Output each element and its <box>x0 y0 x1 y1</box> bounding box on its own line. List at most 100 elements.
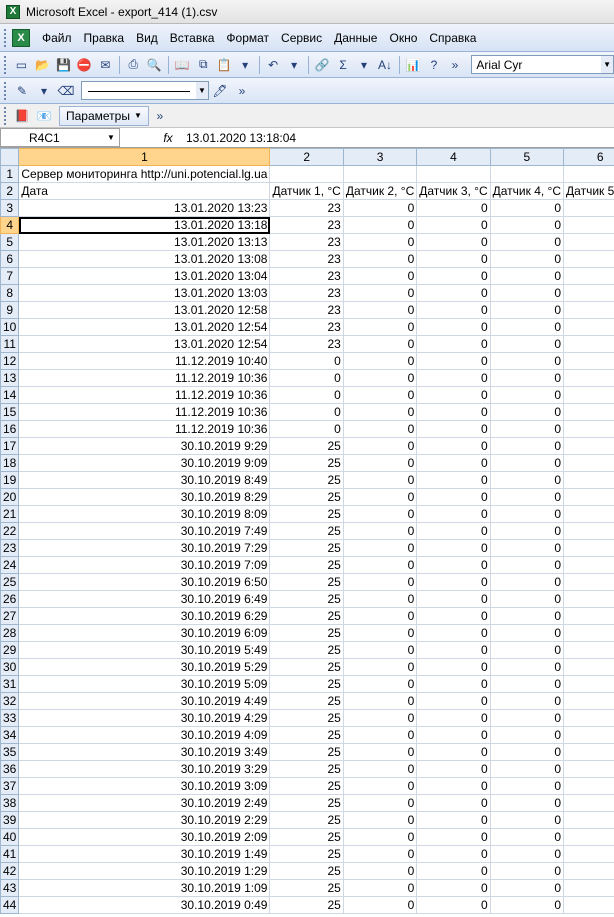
date-cell[interactable]: 30.10.2019 6:49 <box>18 590 271 608</box>
sensor-value-cell[interactable]: 0 <box>563 862 614 880</box>
sensor-value-cell[interactable]: 0 <box>489 879 565 897</box>
toolbar-options-icon[interactable]: » <box>445 55 464 75</box>
sensor-value-cell[interactable]: 0 <box>342 267 418 285</box>
sensor-value-cell[interactable]: 0 <box>563 879 614 897</box>
permission-icon[interactable]: ⛔ <box>75 55 94 75</box>
sensor-value-cell[interactable]: 0 <box>416 216 491 234</box>
sensor-value-cell[interactable]: 0 <box>416 573 491 591</box>
row-header[interactable]: 32 <box>0 692 20 710</box>
help-icon[interactable]: ? <box>424 55 443 75</box>
sensor-value-cell[interactable]: 0 <box>342 539 418 557</box>
row-header[interactable]: 13 <box>0 369 20 387</box>
row-header[interactable]: 27 <box>0 607 20 625</box>
sensor-value-cell[interactable]: 0 <box>342 743 418 761</box>
sensor-value-cell[interactable]: 25 <box>269 845 344 863</box>
sensor-value-cell[interactable]: 0 <box>416 692 491 710</box>
sensor-value-cell[interactable]: 25 <box>269 811 344 829</box>
sensor-value-cell[interactable]: 0 <box>489 658 565 676</box>
sensor-value-cell[interactable]: 0 <box>563 624 614 642</box>
sensor-value-cell[interactable]: 0 <box>416 454 491 472</box>
sensor-value-cell[interactable]: 0 <box>489 284 565 302</box>
date-cell[interactable]: 13.01.2020 13:13 <box>18 233 271 251</box>
date-cell[interactable]: 13.01.2020 13:03 <box>18 284 271 302</box>
sensor-value-cell[interactable]: 0 <box>416 607 491 625</box>
print-icon[interactable]: ⎙ <box>124 55 143 75</box>
paste-dropdown-icon[interactable]: ▾ <box>236 55 255 75</box>
sensor-value-cell[interactable]: 25 <box>269 573 344 591</box>
sensor-value-cell[interactable]: 0 <box>489 607 565 625</box>
sensor-value-cell[interactable]: 0 <box>489 369 565 387</box>
sensor-value-cell[interactable]: 0 <box>489 352 565 370</box>
sensor-value-cell[interactable]: 0 <box>489 386 565 404</box>
erase-border-icon[interactable]: ⌫ <box>56 81 76 101</box>
sensor-value-cell[interactable]: 0 <box>416 709 491 727</box>
sensor-value-cell[interactable]: 0 <box>416 760 491 778</box>
menu-data[interactable]: Данные <box>328 29 383 47</box>
sensor-value-cell[interactable]: 0 <box>416 505 491 523</box>
sensor-value-cell[interactable]: 0 <box>269 352 344 370</box>
column-header-4[interactable]: 4 <box>416 148 491 166</box>
sensor-value-cell[interactable]: 0 <box>416 369 491 387</box>
research-icon[interactable]: 📖 <box>173 55 192 75</box>
menu-edit[interactable]: Правка <box>78 29 131 47</box>
sensor-value-cell[interactable]: 0 <box>489 318 565 336</box>
sensor-value-cell[interactable]: 0 <box>342 454 418 472</box>
draw-border-icon[interactable]: ✎ <box>12 81 32 101</box>
column-title-cell[interactable]: Датчик 1, °C <box>269 182 344 200</box>
date-cell[interactable]: 11.12.2019 10:36 <box>18 403 271 421</box>
sensor-value-cell[interactable]: 0 <box>489 420 565 438</box>
sensor-value-cell[interactable]: 25 <box>269 437 344 455</box>
date-cell[interactable]: 30.10.2019 6:09 <box>18 624 271 642</box>
sensor-value-cell[interactable]: 0 <box>416 862 491 880</box>
sensor-value-cell[interactable]: 0 <box>342 641 418 659</box>
row-header[interactable]: 23 <box>0 539 20 557</box>
column-header-5[interactable]: 5 <box>489 148 565 166</box>
sensor-value-cell[interactable]: 0 <box>416 777 491 795</box>
sensor-value-cell[interactable]: 23 <box>269 318 344 336</box>
sensor-value-cell[interactable]: 0 <box>489 233 565 251</box>
row-header[interactable]: 39 <box>0 811 20 829</box>
row-header[interactable]: 36 <box>0 760 20 778</box>
sensor-value-cell[interactable]: 0 <box>563 488 614 506</box>
sensor-value-cell[interactable]: 0 <box>563 420 614 438</box>
toolbar-options-icon[interactable]: » <box>232 81 252 101</box>
sensor-value-cell[interactable]: 0 <box>416 522 491 540</box>
sensor-value-cell[interactable]: 0 <box>416 403 491 421</box>
empty-cell[interactable] <box>342 165 418 183</box>
column-header-6[interactable]: 6 <box>563 148 614 166</box>
sensor-value-cell[interactable]: 0 <box>416 539 491 557</box>
sensor-value-cell[interactable]: 25 <box>269 488 344 506</box>
hyperlink-icon[interactable]: 🔗 <box>313 55 332 75</box>
sensor-value-cell[interactable]: 0 <box>342 437 418 455</box>
line-color-icon[interactable]: 🖊 <box>210 81 230 101</box>
sensor-value-cell[interactable]: 0 <box>416 301 491 319</box>
sensor-value-cell[interactable]: 25 <box>269 539 344 557</box>
sensor-value-cell[interactable]: 23 <box>269 335 344 353</box>
date-cell[interactable]: 11.12.2019 10:36 <box>18 369 271 387</box>
date-cell[interactable]: 30.10.2019 5:29 <box>18 658 271 676</box>
sensor-value-cell[interactable]: 0 <box>269 420 344 438</box>
sensor-value-cell[interactable]: 0 <box>416 828 491 846</box>
menu-file[interactable]: Файл <box>36 29 78 47</box>
sensor-value-cell[interactable]: 0 <box>342 199 418 217</box>
sensor-value-cell[interactable]: 25 <box>269 828 344 846</box>
sensor-value-cell[interactable]: 0 <box>416 743 491 761</box>
date-cell[interactable]: 30.10.2019 1:09 <box>18 879 271 897</box>
date-cell[interactable]: 30.10.2019 4:09 <box>18 726 271 744</box>
sensor-value-cell[interactable]: 0 <box>342 828 418 846</box>
sensor-value-cell[interactable]: 0 <box>416 590 491 608</box>
sensor-value-cell[interactable]: 0 <box>563 556 614 574</box>
row-header[interactable]: 28 <box>0 624 20 642</box>
empty-cell[interactable] <box>269 165 344 183</box>
sensor-value-cell[interactable]: 25 <box>269 777 344 795</box>
sensor-value-cell[interactable]: 0 <box>489 505 565 523</box>
sensor-value-cell[interactable]: 0 <box>489 267 565 285</box>
row-header[interactable]: 43 <box>0 879 20 897</box>
column-title-cell[interactable]: Датчик 3, °C <box>416 182 491 200</box>
sensor-value-cell[interactable]: 0 <box>563 352 614 370</box>
row-header[interactable]: 31 <box>0 675 20 693</box>
sensor-value-cell[interactable]: 0 <box>489 522 565 540</box>
sensor-value-cell[interactable]: 0 <box>489 692 565 710</box>
sensor-value-cell[interactable]: 25 <box>269 624 344 642</box>
row-header[interactable]: 1 <box>0 165 20 183</box>
